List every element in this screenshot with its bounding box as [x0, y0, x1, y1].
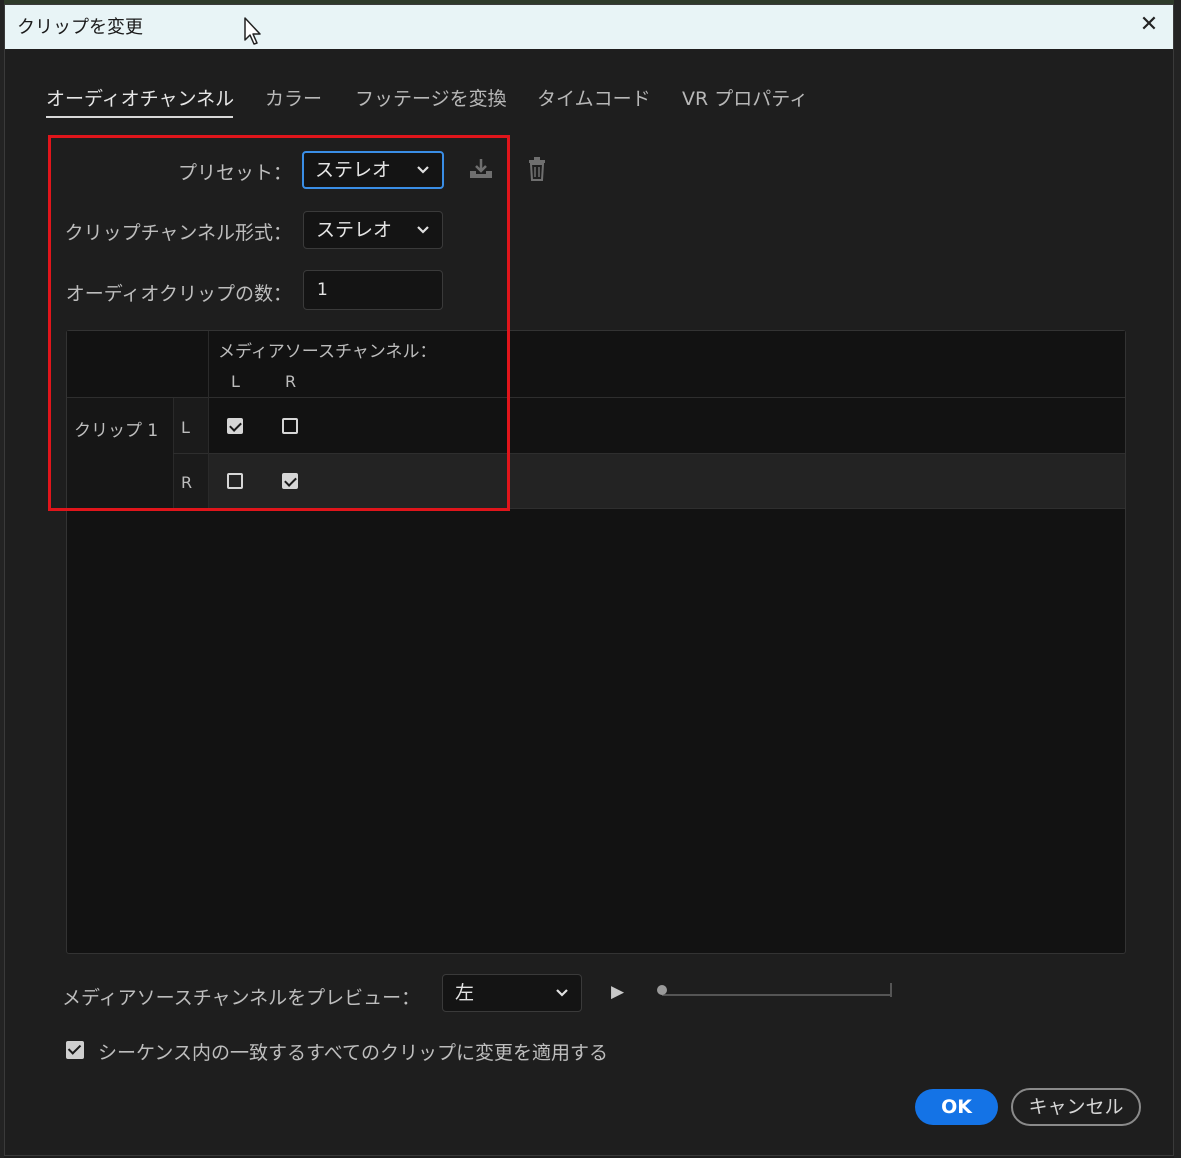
ok-button[interactable]: OK — [915, 1089, 998, 1125]
dialog-title: クリップを変更 — [17, 17, 143, 38]
preview-channel-value: 左 — [455, 982, 475, 1004]
play-icon: ▶ — [611, 982, 625, 1002]
close-icon: ✕ — [1139, 12, 1159, 37]
close-button[interactable]: ✕ — [1136, 12, 1162, 38]
tab-color[interactable]: カラー — [265, 84, 322, 111]
preview-slider-end — [890, 983, 892, 997]
title-bar — [5, 5, 1173, 49]
tab-vr-properties[interactable]: VR プロパティ — [682, 84, 808, 111]
preview-slider-handle[interactable] — [657, 985, 667, 995]
cancel-button[interactable]: キャンセル — [1011, 1088, 1141, 1126]
trash-icon — [529, 157, 545, 181]
preview-label: メディアソースチャンネルをプレビュー： — [62, 987, 421, 1009]
chevron-down-icon — [555, 975, 569, 1025]
preview-slider-track[interactable] — [662, 994, 891, 996]
tab-interpret-footage[interactable]: フッテージを変換 — [355, 84, 507, 111]
tab-timecode[interactable]: タイムコード — [537, 84, 651, 111]
active-tab-indicator — [46, 116, 233, 118]
mouse-cursor-icon — [244, 17, 261, 45]
apply-all-label: シーケンス内の一致するすべてのクリップに変更を適用する — [98, 1042, 608, 1064]
background-strip-right — [1174, 0, 1181, 1158]
play-button[interactable]: ▶ — [611, 982, 624, 1002]
highlight-box — [48, 135, 510, 511]
apply-all-checkbox[interactable] — [66, 1041, 84, 1059]
tab-audio-channels[interactable]: オーディオチャンネル — [46, 84, 234, 111]
preview-channel-select[interactable]: 左 — [442, 974, 582, 1012]
delete-preset-button[interactable] — [527, 156, 547, 186]
